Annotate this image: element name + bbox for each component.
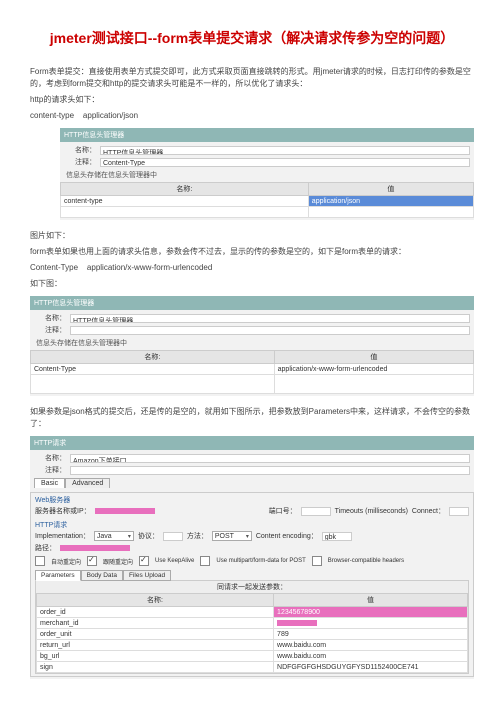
subtab-files[interactable]: Files Upload [123, 570, 171, 581]
cb-browser[interactable] [312, 556, 322, 566]
param-section-label: 同请求一起发送参数： [36, 581, 468, 593]
name-input[interactable]: HTTP信息头管理器 [100, 146, 470, 155]
cb-multipart[interactable] [200, 556, 210, 566]
comment-label: 注释： [34, 465, 66, 475]
paragraph-form-explain: form表单如果也用上面的请求头信息，参数会传不过去，显示的传的参数是空的，如下… [30, 246, 474, 258]
impl-select[interactable]: Java [94, 531, 134, 541]
param-col-name: 名称: [37, 594, 274, 607]
page-title: jmeter测试接口--form表单提交请求（解决请求传参为空的问题） [30, 28, 474, 48]
method-select[interactable]: POST [212, 531, 252, 541]
col-name: 名称: [61, 183, 309, 196]
headers-section-label: 信息头存储在信息头管理器中 [30, 336, 474, 350]
server-label: 服务器名称或IP： [35, 506, 91, 516]
panel-header: HTTP信息头管理器 [30, 296, 474, 310]
tab-basic[interactable]: Basic [34, 478, 65, 488]
headers-section-label: 信息头存储在信息头管理器中 [60, 168, 474, 182]
table-row[interactable]: content-type application/json [61, 196, 474, 207]
content-type-line: content-type application/json [30, 110, 474, 122]
cb-browser-label: Browser-compatible headers [328, 558, 404, 564]
comment-input[interactable] [70, 466, 470, 475]
web-server-label: Web服务器 [35, 495, 469, 505]
panel-header: HTTP请求 [30, 436, 474, 450]
table-row[interactable]: return_urlwww.baidu.com [37, 640, 468, 651]
encoding-input[interactable]: gbk [322, 532, 352, 541]
cb-follow-redirect[interactable] [87, 556, 97, 566]
comment-input[interactable] [70, 326, 470, 335]
form-ct-value: application/x-www-form-urlencoded [87, 263, 212, 272]
subtab-parameters[interactable]: Parameters [35, 570, 81, 581]
paragraph-json-explain: 如果参数是json格式的提交后，还是传的是空的，就用如下图所示，把参数放到Par… [30, 406, 474, 430]
headers-table: 名称: 值 content-type application/json [60, 182, 474, 218]
table-row[interactable]: merchant_id [37, 618, 468, 629]
impl-label: Implementation： [35, 531, 90, 541]
cell-value[interactable]: application/x-www-form-urlencoded [274, 364, 473, 375]
name-label: 名称： [34, 453, 66, 463]
cb-redirect-auto-label: 自动重定向 [51, 557, 81, 566]
http-request-panel: HTTP请求 名称： Amazon下单接口 注释： Basic Advanced… [30, 436, 474, 679]
tab-advanced[interactable]: Advanced [65, 478, 110, 488]
paragraph-img-caption: 图片如下： [30, 230, 474, 242]
paragraph-img-caption-2: 如下图： [30, 278, 474, 290]
connect-input[interactable] [449, 507, 469, 516]
cb-multipart-label: Use multipart/form-data for POST [216, 558, 305, 564]
table-row[interactable] [31, 375, 474, 394]
col-name: 名称: [31, 351, 275, 364]
proto-label: 协议： [138, 531, 159, 541]
form-ct-line: Content-Type application/x-www-form-urle… [30, 262, 474, 274]
encoding-label: Content encoding： [256, 531, 318, 541]
cell-name[interactable]: content-type [61, 196, 309, 207]
cell-value[interactable]: application/json [308, 196, 473, 207]
cb-keepalive[interactable] [139, 556, 149, 566]
table-row[interactable]: signNDFGFGFGHSDGUYGFYSD1152400CE741 [37, 662, 468, 673]
port-input[interactable] [301, 507, 331, 516]
comment-input[interactable]: Content-Type [100, 158, 470, 167]
col-value: 值 [308, 183, 473, 196]
paragraph-intro: Form表单提交：直接使用表单方式提交即可，此方式采取页面直接跳转的形式。用jm… [30, 66, 474, 90]
param-col-value: 值 [274, 594, 468, 607]
panel-header: HTTP信息头管理器 [60, 128, 474, 142]
header-manager-panel-2: HTTP信息头管理器 名称： HTTP信息头管理器 注释： 信息头存储在信息头管… [30, 296, 474, 396]
col-value: 值 [274, 351, 473, 364]
port-label: 端口号： [269, 506, 297, 516]
method-label: 方法： [187, 531, 208, 541]
connect-label: Connect： [412, 506, 445, 516]
table-row[interactable]: order_unit789 [37, 629, 468, 640]
paragraph-http-header: http的请求头如下： [30, 94, 474, 106]
ct-value: application/json [83, 111, 138, 120]
timeouts-label: Timeouts (milliseconds) [335, 508, 408, 515]
table-row[interactable]: bg_urlwww.baidu.com [37, 651, 468, 662]
cell-name[interactable]: Content-Type [31, 364, 275, 375]
cb-redirect-auto[interactable] [35, 556, 45, 566]
table-row[interactable]: order_id12345678900 [37, 607, 468, 618]
param-table: 名称: 值 order_id12345678900 merchant_id or… [36, 593, 468, 673]
table-row[interactable] [61, 207, 474, 218]
name-input[interactable]: HTTP信息头管理器 [70, 314, 470, 323]
proto-input[interactable] [163, 532, 183, 541]
name-input[interactable]: Amazon下单接口 [70, 454, 470, 463]
form-ct-label: Content-Type [30, 263, 78, 272]
server-input[interactable] [95, 508, 155, 514]
path-label: 路径： [35, 543, 56, 553]
header-manager-panel-1: HTTP信息头管理器 名称： HTTP信息头管理器 注释： Content-Ty… [60, 128, 474, 220]
http-request-label: HTTP请求 [35, 520, 469, 530]
cb-keepalive-label: Use KeepAlive [155, 558, 194, 564]
ct-label: content-type [30, 111, 74, 120]
path-input[interactable] [60, 545, 130, 551]
name-label: 名称： [64, 145, 96, 155]
headers-table: 名称: 值 Content-Type application/x-www-for… [30, 350, 474, 394]
cb-follow-redirect-label: 跟随重定向 [103, 557, 133, 566]
comment-label: 注释： [64, 157, 96, 167]
name-label: 名称： [34, 313, 66, 323]
table-row[interactable]: Content-Type application/x-www-form-urle… [31, 364, 474, 375]
comment-label: 注释： [34, 325, 66, 335]
subtab-body[interactable]: Body Data [81, 570, 123, 581]
